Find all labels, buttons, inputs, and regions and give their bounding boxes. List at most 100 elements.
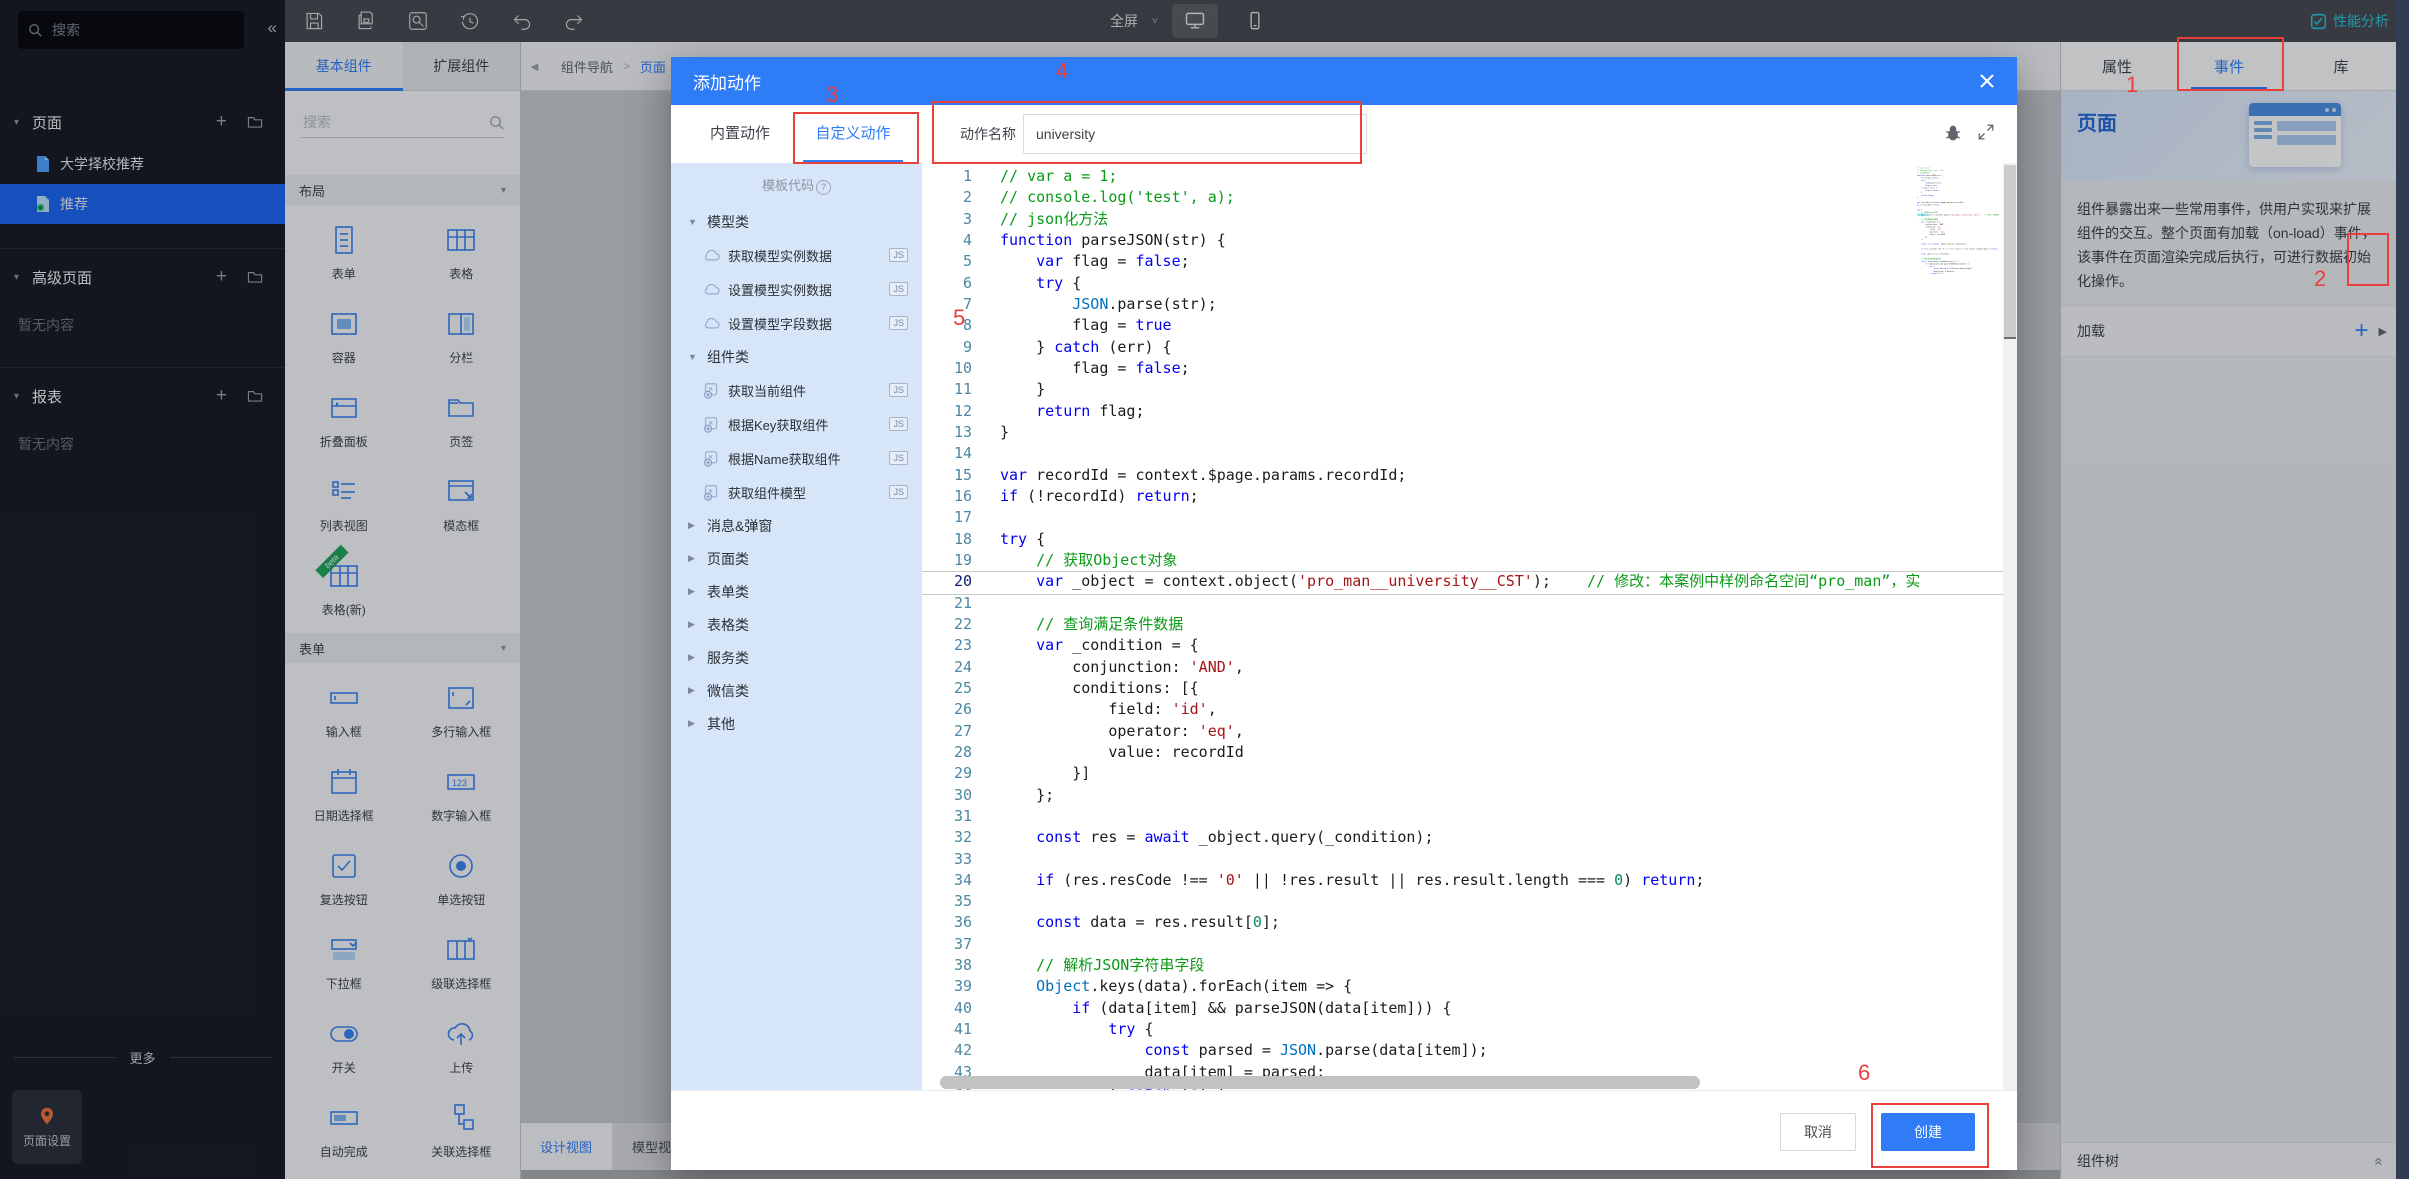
tree-group-title: 服务类	[707, 648, 749, 668]
action-name-input[interactable]	[1023, 114, 1367, 154]
dialog-header: 添加动作	[671, 57, 2017, 105]
tree-group-title: 模型类	[707, 212, 749, 232]
line-number: 21	[922, 593, 972, 614]
code-line: } catch (e) {	[1917, 272, 1926, 274]
tree-group: ▶表单类	[671, 575, 922, 608]
tab-custom-actions[interactable]: 自定义动作	[797, 105, 909, 163]
line-number: 11	[922, 379, 972, 400]
caret-right-icon: ▶	[688, 718, 698, 729]
line-number: 1	[922, 166, 972, 187]
line-number-gutter: 1234567891011121314151617181920212223242…	[922, 166, 972, 1091]
code-line: try {	[1000, 1019, 1920, 1040]
tree-group-header[interactable]: ▶表格类	[671, 608, 922, 641]
component-icon	[703, 450, 720, 467]
code-line: const parsed = JSON.parse(data[item]);	[1000, 1040, 1920, 1061]
minimap[interactable]: // var a = 1;// console.log('test', a);/…	[1917, 167, 1999, 317]
code-line: } catch (err) {	[1000, 337, 1920, 358]
tree-item-label: 设置模型实例数据	[728, 280, 832, 299]
tree-item[interactable]: 根据Key获取组件JS	[671, 407, 922, 441]
code-editor[interactable]: 1234567891011121314151617181920212223242…	[922, 163, 2017, 1091]
tree-group-title: 页面类	[707, 549, 749, 569]
line-number: 28	[922, 742, 972, 763]
code-line: // 获取Object对象	[1000, 550, 1920, 571]
code-line	[1000, 934, 1920, 955]
tree-group-header[interactable]: ▶表单类	[671, 575, 922, 608]
line-number: 17	[922, 507, 972, 528]
tree-group-header[interactable]: ▶ 其他	[671, 707, 922, 740]
close-icon[interactable]	[1979, 73, 1995, 89]
tree-item[interactable]: 设置模型字段数据JS	[671, 306, 922, 340]
js-badge: JS	[889, 282, 908, 296]
template-code-header: 模板代码?	[671, 175, 922, 195]
code-line: conjunction: 'AND',	[1000, 657, 1920, 678]
code-line: return flag;	[1000, 401, 1920, 422]
tab-builtin-actions[interactable]: 内置动作	[690, 105, 790, 163]
tree-group: ▶页面类	[671, 542, 922, 575]
code-line: var _object = context.object('pro_man__u…	[1917, 214, 1926, 216]
code-line: try {	[1000, 273, 1920, 294]
tree-group-header[interactable]: ▶服务类	[671, 641, 922, 674]
line-number: 35	[922, 891, 972, 912]
code-content[interactable]: // var a = 1;// console.log('test', a);/…	[1000, 166, 1920, 1091]
expand-fullscreen-icon[interactable]	[1977, 123, 1995, 146]
line-number: 4	[922, 230, 972, 251]
tree-group-header[interactable]: ▶消息&弹窗	[671, 509, 922, 542]
component-icon	[703, 416, 720, 433]
code-line: };	[1000, 785, 1920, 806]
tree-item[interactable]: 根据Name获取组件JS	[671, 441, 922, 475]
code-line: if (!recordId) return;	[1000, 486, 1920, 507]
line-number: 22	[922, 614, 972, 635]
line-number: 13	[922, 422, 972, 443]
cancel-button[interactable]: 取消	[1780, 1113, 1856, 1151]
tree-item[interactable]: 设置模型实例数据 JS	[671, 272, 922, 306]
code-line: // 查询满足条件数据	[1000, 614, 1920, 635]
tree-item[interactable]: 获取模型实例数据 JS	[671, 238, 922, 272]
code-line: const res = await _object.query(_conditi…	[1917, 243, 1926, 245]
line-number: 10	[922, 358, 972, 379]
tree-item-label: 获取模型实例数据	[728, 246, 832, 265]
vertical-scrollbar-thumb[interactable]	[2004, 165, 2016, 339]
line-number: 15	[922, 465, 972, 486]
code-line: try {	[1000, 529, 1920, 550]
code-line: flag = true	[1000, 315, 1920, 336]
tree-group-header[interactable]: ▶页面类	[671, 542, 922, 575]
tree-group: ▶ 其他	[671, 707, 922, 740]
code-line	[1000, 806, 1920, 827]
tree-item[interactable]: 获取组件模型JS	[671, 475, 922, 509]
code-line: function parseJSON(str) {	[1000, 230, 1920, 251]
help-icon[interactable]: ?	[816, 180, 831, 195]
tree-group-header[interactable]: ▶微信类	[671, 674, 922, 707]
cloud-icon	[703, 248, 720, 262]
create-button[interactable]: 创建	[1881, 1113, 1975, 1151]
js-badge: JS	[889, 383, 908, 397]
dialog-tabbar: 内置动作 自定义动作 动作名称	[671, 105, 2017, 164]
code-line: Object.keys(data).forEach(item => {	[1000, 976, 1920, 997]
line-number: 9	[922, 337, 972, 358]
line-number: 3	[922, 209, 972, 230]
line-number: 41	[922, 1019, 972, 1040]
tree-group-header[interactable]: ▼组件类	[671, 340, 922, 373]
horizontal-scrollbar-thumb[interactable]	[940, 1076, 1700, 1089]
line-number: 29	[922, 763, 972, 784]
tree-group-title: 其他	[707, 714, 735, 734]
line-number: 42	[922, 1040, 972, 1061]
line-number: 12	[922, 401, 972, 422]
js-badge: JS	[889, 248, 908, 262]
line-number: 18	[922, 529, 972, 550]
code-line: if (!recordId) return;	[1917, 204, 1926, 206]
code-line: field: 'id',	[1000, 699, 1920, 720]
tree-group: ▶微信类	[671, 674, 922, 707]
code-line: if (res.resCode !== '0' || !res.result |…	[1000, 870, 1920, 891]
code-line: // 解析JSON字符串字段	[1000, 955, 1920, 976]
js-badge: JS	[889, 451, 908, 465]
line-number: 37	[922, 934, 972, 955]
code-line: conditions: [{	[1000, 678, 1920, 699]
caret-down-icon: ▼	[688, 352, 698, 362]
vertical-scrollbar[interactable]	[2003, 163, 2017, 1091]
debug-icon[interactable]	[1943, 123, 1963, 148]
tree-group-header[interactable]: ▼模型类	[671, 205, 922, 238]
tree-item[interactable]: 获取当前组件JS	[671, 373, 922, 407]
line-number: 36	[922, 912, 972, 933]
code-line: const data = res.result[0];	[1000, 912, 1920, 933]
code-line	[1000, 593, 1920, 614]
